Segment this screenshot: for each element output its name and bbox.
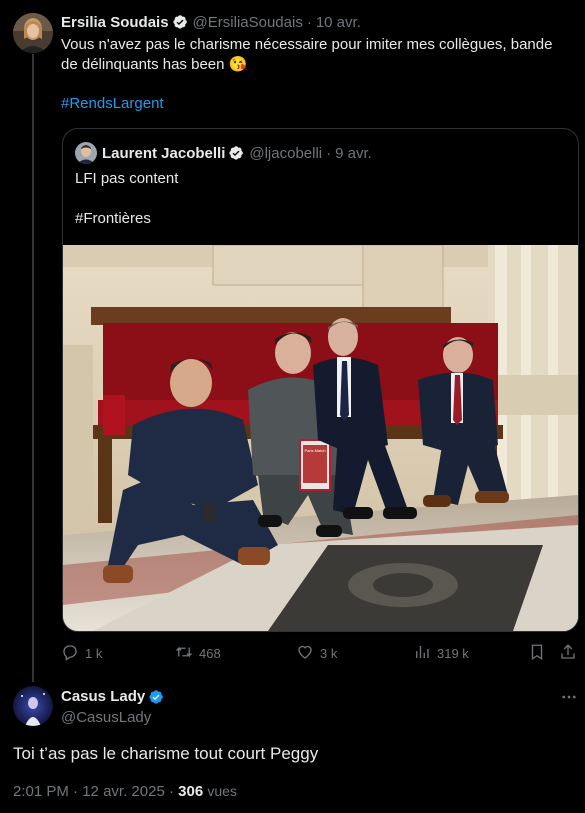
reply-time[interactable]: 2:01 PM — [13, 783, 69, 800]
quote-date[interactable]: 9 avr. — [335, 145, 372, 162]
author-avatar[interactable] — [13, 13, 53, 53]
quote-text: LFI pas content — [75, 170, 179, 187]
thread-line — [32, 54, 34, 682]
reply-date[interactable]: 12 avr. 2025 — [82, 783, 165, 800]
quote-author-handle[interactable]: @ljacobelli — [249, 145, 322, 162]
views-icon — [413, 643, 431, 664]
separator: · — [168, 783, 174, 800]
more-icon — [560, 693, 578, 710]
quote-header: Laurent Jacobelli @ljacobelli · 9 avr. — [102, 143, 372, 163]
reply-icon — [61, 643, 79, 664]
quote-hashtag[interactable]: #Frontières — [75, 209, 151, 229]
views-button[interactable]: 319 k — [413, 643, 469, 664]
quote-author-avatar[interactable] — [75, 142, 97, 164]
reply-author-name-row: Casus Lady — [61, 688, 164, 705]
reply-text: Toi t’as pas le charisme tout court Pegg… — [13, 744, 319, 763]
reply-author-handle[interactable]: @CasusLady — [61, 709, 151, 726]
reply-author-name[interactable]: Casus Lady — [61, 688, 145, 705]
verified-badge-icon — [148, 689, 164, 705]
retweet-count: 468 — [199, 646, 221, 661]
author-handle[interactable]: @ErsiliaSoudais — [193, 14, 303, 31]
tweet-date[interactable]: 10 avr. — [316, 14, 361, 31]
retweet-button[interactable]: 468 — [175, 643, 221, 664]
reply-views-label: vues — [207, 783, 237, 799]
like-button[interactable]: 3 k — [296, 643, 337, 664]
tweet-hashtag[interactable]: #RendsLargent — [61, 95, 164, 112]
tweet-actions: 1 k 468 3 k 319 k — [61, 643, 578, 665]
bookmark-button[interactable] — [528, 643, 546, 664]
reply-button[interactable]: 1 k — [61, 643, 102, 664]
share-button[interactable] — [559, 643, 577, 664]
quoted-tweet[interactable]: Laurent Jacobelli @ljacobelli · 9 avr. L… — [62, 128, 579, 632]
separator: · — [326, 144, 332, 162]
reply-views-count: 306 — [178, 783, 204, 800]
bookmark-icon — [528, 643, 546, 664]
quote-author-name[interactable]: Laurent Jacobelli — [102, 145, 225, 162]
retweet-icon — [175, 643, 193, 664]
reply-author-avatar[interactable] — [13, 686, 53, 726]
magazine-label: Paris Match — [304, 448, 325, 453]
views-count: 319 k — [437, 646, 469, 661]
reply-meta: 2:01 PM · 12 avr. 2025 · 306 vues — [13, 783, 237, 800]
quote-photo[interactable]: Paris Match — [63, 245, 578, 631]
more-button[interactable] — [560, 688, 578, 706]
tweet-header: Ersilia Soudais @ErsiliaSoudais · 10 avr… — [61, 12, 361, 32]
tweet-text: Vous n'avez pas le charisme nécessaire p… — [61, 36, 553, 73]
like-count: 3 k — [320, 646, 338, 661]
author-name[interactable]: Ersilia Soudais — [61, 14, 169, 31]
separator: · — [306, 13, 312, 31]
share-icon — [559, 643, 577, 664]
like-icon — [296, 643, 314, 664]
reply-count: 1 k — [85, 646, 103, 661]
verified-badge-icon — [172, 14, 188, 30]
separator: · — [73, 783, 79, 800]
verified-badge-icon — [228, 145, 244, 161]
